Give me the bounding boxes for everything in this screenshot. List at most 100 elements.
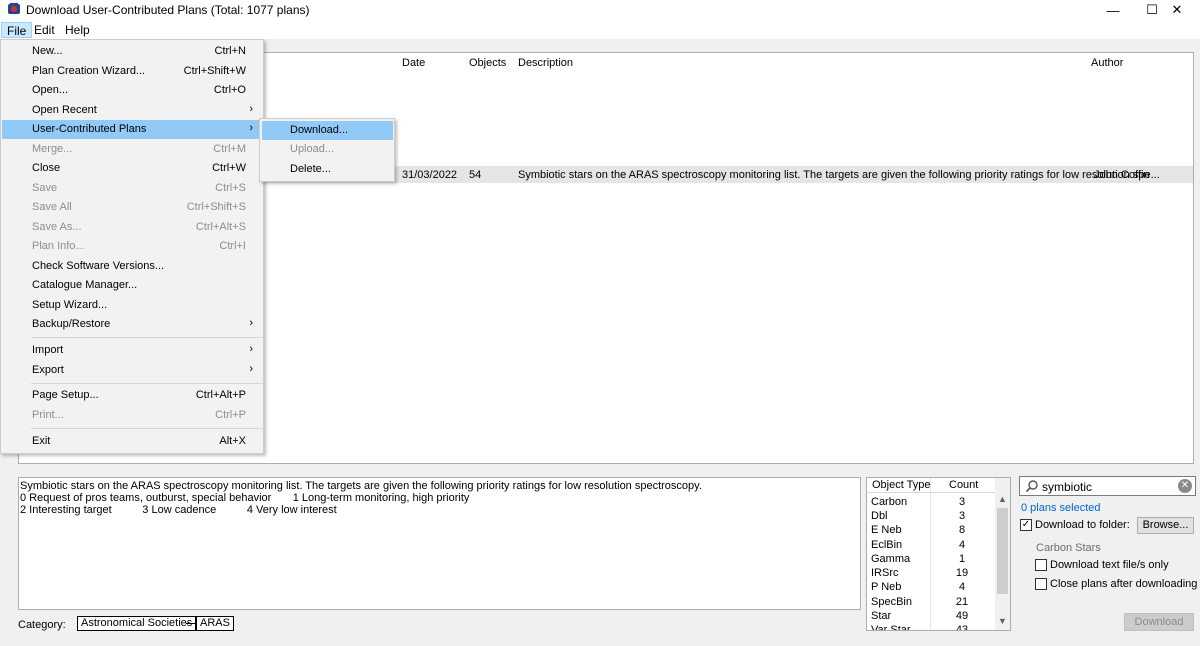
object-type-cell: IRSrc (871, 567, 899, 579)
search-icon (1025, 480, 1038, 493)
menu-item-catalogue-manager[interactable]: Catalogue Manager... (2, 276, 264, 295)
menu-item-shortcut: Ctrl+I (219, 240, 246, 252)
submenu-arrow-icon: › (249, 122, 253, 134)
menu-file[interactable]: File (1, 22, 33, 38)
close-icon[interactable]: ✕ (1154, 0, 1200, 20)
browse-button[interactable]: Browse... (1137, 517, 1194, 534)
close-after-checkbox[interactable] (1035, 578, 1047, 590)
object-count-cell: 21 (955, 596, 969, 608)
menu-item-setup-wizard[interactable]: Setup Wizard... (2, 296, 264, 315)
menu-item-export[interactable]: Export › (2, 361, 264, 380)
column-header-date[interactable]: Date (402, 57, 425, 69)
menu-item-label: Backup/Restore (32, 318, 111, 330)
column-header-description[interactable]: Description (518, 57, 573, 69)
menu-item-backup-restore[interactable]: Backup/Restore › (2, 315, 264, 334)
menu-item-shortcut: Ctrl+Alt+S (195, 221, 246, 233)
menu-item-user-contributed-plans[interactable]: User-Contributed Plans › (2, 120, 264, 139)
submenu-item-delete[interactable]: Delete... (262, 160, 393, 179)
menu-item-label: Upload... (290, 143, 335, 155)
column-header-object-type[interactable]: Object Type (872, 479, 931, 491)
column-header-objects[interactable]: Objects (469, 57, 506, 69)
scrollbar-thumb[interactable] (997, 508, 1008, 594)
menu-item-label: Save (32, 182, 58, 194)
row-author: John Coffin (1094, 169, 1150, 181)
row-objects: 54 (469, 169, 482, 181)
clear-search-icon[interactable]: ✕ (1178, 479, 1192, 493)
submenu-item-upload[interactable]: Upload... (262, 140, 393, 159)
menu-item-open-recent[interactable]: Open Recent › (2, 101, 264, 120)
menu-item-shortcut: Ctrl+Shift+W (183, 65, 246, 77)
menu-item-label: Merge... (32, 143, 73, 155)
menu-item-label: Export (32, 364, 64, 376)
row-date: 31/03/2022 (402, 169, 458, 181)
close-after-label: Close plans after downloading (1050, 578, 1198, 590)
submenu-item-download[interactable]: Download... (262, 121, 393, 140)
description-line: 2 Interesting target 3 Low cadence 4 Ver… (20, 504, 337, 516)
object-type-cell: Gamma (871, 553, 911, 565)
object-type-cell: P Neb (871, 581, 902, 593)
scroll-up-icon[interactable]: ▲ (995, 494, 1010, 508)
menu-item-label: Plan Creation Wizard... (32, 65, 146, 77)
column-header-count[interactable]: Count (949, 479, 978, 491)
menu-separator (31, 337, 263, 338)
category-aras[interactable]: ARAS (196, 616, 234, 631)
object-count-cell: 3 (958, 510, 966, 522)
object-type-cell: EclBin (871, 539, 903, 551)
plans-selected-count: 0 plans selected (1021, 502, 1101, 514)
download-text-only-checkbox[interactable] (1035, 559, 1047, 571)
menu-item-save-as[interactable]: Save As... Ctrl+Alt+S (2, 218, 264, 237)
object-count-cell: 49 (955, 610, 969, 622)
submenu-arrow-icon: › (249, 343, 253, 355)
menu-item-label: Catalogue Manager... (32, 279, 138, 291)
menu-item-label: Check Software Versions... (32, 260, 165, 272)
menu-item-plan-wizard[interactable]: Plan Creation Wizard... Ctrl+Shift+W (2, 62, 264, 81)
category-connector (186, 623, 196, 624)
menu-item-page-setup[interactable]: Page Setup... Ctrl+Alt+P (2, 386, 264, 405)
object-type-cell: Dbl (871, 510, 888, 522)
menu-edit[interactable]: Edit (29, 22, 60, 38)
menu-item-label: Download... (290, 124, 349, 136)
menu-item-exit[interactable]: Exit Alt+X (2, 432, 264, 451)
menu-item-label: Exit (32, 435, 51, 447)
download-text-only-label: Download text file/s only (1050, 559, 1169, 571)
object-type-cell: Var Star (871, 624, 911, 630)
object-count-cell: 8 (958, 524, 966, 536)
object-type-cell: Star (871, 610, 892, 622)
scroll-down-icon[interactable]: ▼ (995, 616, 1010, 630)
menu-item-check-versions[interactable]: Check Software Versions... (2, 257, 264, 276)
menu-item-close[interactable]: Close Ctrl+W (2, 159, 264, 178)
menu-item-save[interactable]: Save Ctrl+S (2, 179, 264, 198)
menu-item-label: Save As... (32, 221, 82, 233)
menu-item-shortcut: Ctrl+P (215, 409, 246, 421)
menu-item-label: Print... (32, 409, 64, 421)
menu-item-plan-info[interactable]: Plan Info... Ctrl+I (2, 237, 264, 256)
object-count-cell: 1 (958, 553, 966, 565)
app-icon (8, 3, 20, 14)
menu-item-label: Save All (32, 201, 72, 213)
menu-item-shortcut: Alt+X (219, 435, 246, 447)
menu-item-merge[interactable]: Merge... Ctrl+M (2, 140, 264, 159)
object-count-cell: 4 (958, 581, 966, 593)
menu-item-import[interactable]: Import › (2, 341, 264, 360)
search-value[interactable]: symbiotic (1042, 480, 1092, 494)
menu-help[interactable]: Help (60, 22, 95, 38)
object-count-cell: 3 (958, 496, 966, 508)
menu-item-label: New... (32, 45, 63, 57)
menu-item-save-all[interactable]: Save All Ctrl+Shift+S (2, 198, 264, 217)
object-count-cell: 43 (955, 624, 969, 630)
category-astronomical-societies[interactable]: Astronomical Societies (77, 616, 197, 631)
menu-item-open[interactable]: Open... Ctrl+O (2, 81, 264, 100)
object-count-cell: 4 (958, 539, 966, 551)
menu-item-shortcut: Ctrl+O (213, 84, 246, 96)
download-button[interactable]: Download (1124, 613, 1194, 631)
menu-item-new[interactable]: New... Ctrl+N (2, 42, 264, 61)
menu-item-shortcut: Ctrl+W (212, 162, 246, 174)
menu-item-label: Open... (32, 84, 69, 96)
column-header-author[interactable]: Author (1091, 57, 1123, 69)
submenu-arrow-icon: › (249, 363, 253, 375)
menu-item-print[interactable]: Print... Ctrl+P (2, 406, 264, 425)
download-to-folder-checkbox[interactable]: ✓ (1020, 519, 1032, 531)
file-menu: New... Ctrl+N Plan Creation Wizard... Ct… (0, 39, 264, 454)
menu-item-label: Close (32, 162, 61, 174)
menu-item-label: User-Contributed Plans (32, 123, 147, 135)
